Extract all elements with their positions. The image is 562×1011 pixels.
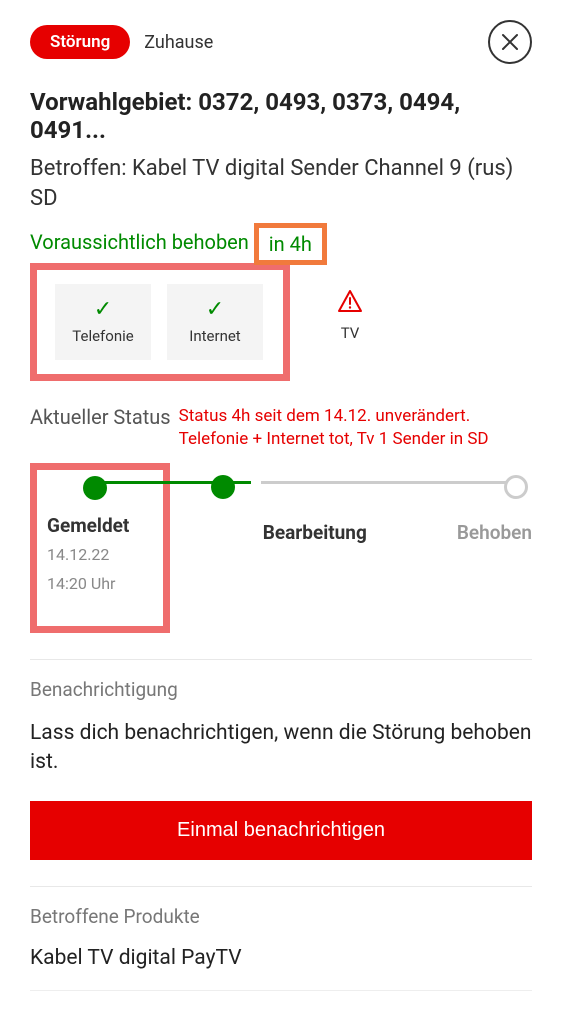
eta-highlight-box: in 4h <box>254 223 327 265</box>
tile-label: TV <box>341 324 360 342</box>
tile-label: Telefonie <box>72 327 133 345</box>
header: Störung Zuhause <box>30 20 532 64</box>
page-title: Vorwahlgebiet: 0372, 0493, 0373, 0494, 0… <box>30 88 532 144</box>
tile-internet[interactable]: ✓ Internet <box>167 284 263 360</box>
status-heading-row: Aktueller Status Status 4h seit dem 14.1… <box>30 405 532 451</box>
step-label-bearbeitung: Bearbeitung <box>80 521 367 544</box>
eta-label: Voraussichtlich behoben <box>30 230 249 254</box>
step-dot-bearbeitung <box>211 475 235 499</box>
close-icon <box>500 32 520 52</box>
check-icon: ✓ <box>206 299 224 321</box>
notification-heading: Benachrichtigung <box>30 678 532 701</box>
warning-icon <box>337 289 363 318</box>
close-button[interactable] <box>488 20 532 64</box>
step-label-behoben: Behoben <box>457 521 532 544</box>
eta-row: Voraussichtlich behoben in 4h <box>30 221 532 263</box>
header-left: Störung Zuhause <box>30 25 213 59</box>
stoerung-badge: Störung <box>30 25 130 59</box>
tile-tv[interactable]: TV <box>302 277 398 353</box>
step-dot-behoben <box>504 475 528 499</box>
status-progress: Gemeldet 14.12.22 14:20 Uhr Bearbeitung … <box>30 463 532 632</box>
notification-body: Lass dich benachrichtigen, wenn die Stör… <box>30 719 532 778</box>
tile-telefonie[interactable]: ✓ Telefonie <box>55 284 151 360</box>
user-annotation: Status 4h seit dem 14.12. unverändert. T… <box>179 405 532 451</box>
category-tiles-row: ✓ Telefonie ✓ Internet TV <box>30 263 532 381</box>
step-time: 14:20 Uhr <box>47 572 135 595</box>
step-date: 14.12.22 <box>47 543 135 566</box>
divider <box>30 659 532 660</box>
eta-value: in 4h <box>269 232 312 256</box>
status-heading: Aktueller Status <box>30 405 171 429</box>
check-icon: ✓ <box>94 299 112 321</box>
notify-once-button[interactable]: Einmal benachrichtigen <box>30 801 532 860</box>
tiles-highlight-box: ✓ Telefonie ✓ Internet <box>30 263 290 381</box>
breadcrumb-zuhause[interactable]: Zuhause <box>144 32 213 53</box>
divider <box>30 990 532 991</box>
tile-label: Internet <box>189 327 240 345</box>
product-item: Kabel TV digital PayTV <box>30 946 532 970</box>
divider <box>30 886 532 887</box>
affected-subtitle: Betroffen: Kabel TV digital Sender Chann… <box>30 154 532 213</box>
products-heading: Betroffene Produkte <box>30 905 532 928</box>
